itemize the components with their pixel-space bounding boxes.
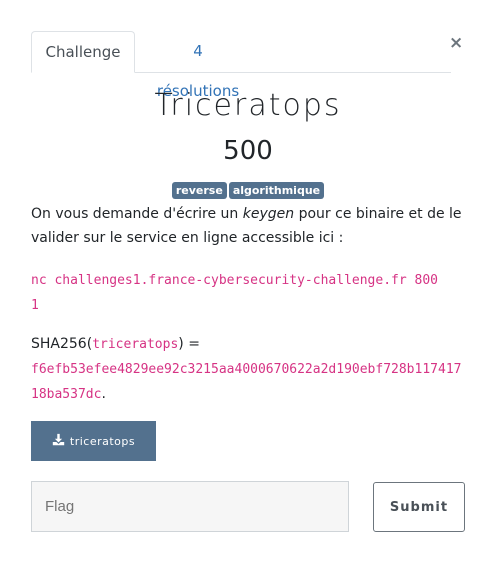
challenge-title: Triceratops [154,88,342,123]
tab-challenge[interactable]: Challenge [31,31,135,73]
description-text: On vous demande d'écrire un [31,206,243,222]
sha-middle: ) = [178,336,200,352]
close-button[interactable]: × [449,33,463,53]
challenge-description: On vous demande d'écrire un keygen pour … [31,202,465,250]
tab-resolutions[interactable]: 4 résolutions [152,31,244,100]
flag-input[interactable] [31,481,349,532]
tag-badge: algorithmique [228,182,325,199]
tab-bar: Challenge 4 résolutions [31,31,451,100]
sha-prefix: SHA256( [31,336,93,352]
sha-suffix: . [101,386,106,402]
download-button[interactable]: triceratops [31,421,156,461]
submit-button[interactable]: Submit [373,482,465,532]
challenge-points: 500 [223,136,273,166]
sha-hash: f6efb53efee4829ee92c3215aa4000670622a2d1… [31,362,462,402]
tag-list: reverse algorithmique [0,182,496,199]
connection-command: nc challenges1.france-cybersecurity-chal… [31,273,438,313]
sha256-line: SHA256(triceratops) = f6efb53efee4829ee92… [31,332,465,407]
description-emphasis: keygen [242,206,295,222]
sha-filename: triceratops [92,337,179,352]
tag-badge: reverse [171,182,227,199]
download-label: triceratops [69,434,136,448]
download-icon [52,433,65,449]
